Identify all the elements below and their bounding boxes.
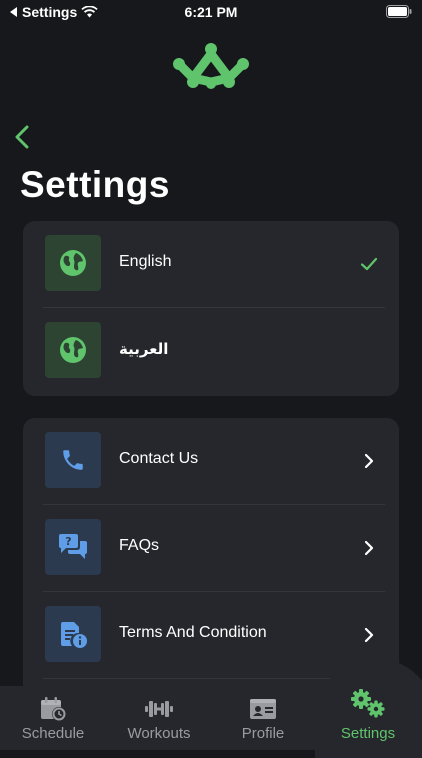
- tab-label-workouts: Workouts: [127, 725, 191, 742]
- id-card-icon: [250, 699, 276, 719]
- page-title: Settings: [20, 164, 170, 205]
- tab-settings[interactable]: Settings: [315, 686, 421, 750]
- tab-label-schedule: Schedule: [21, 725, 85, 742]
- chevron-right-icon: [364, 453, 374, 469]
- faqs-icon-box: ?: [45, 519, 101, 575]
- chevron-left-icon[interactable]: [12, 124, 36, 150]
- language-option-arabic[interactable]: العربية: [23, 308, 399, 395]
- tab-label-profile: Profile: [241, 725, 285, 742]
- battery-icon: [386, 5, 412, 18]
- svg-text:?: ?: [65, 535, 71, 548]
- tab-schedule[interactable]: Schedule: [0, 686, 106, 750]
- terms-label: Terms And Condition: [119, 624, 267, 641]
- faqs-row[interactable]: ? FAQs: [23, 505, 399, 592]
- contact-us-label: Contact Us: [119, 450, 199, 467]
- contact-icon-box: [45, 432, 101, 488]
- app-logo: [173, 43, 249, 89]
- globe-icon: [60, 250, 86, 276]
- language-card: English العربية: [23, 221, 399, 396]
- dumbbell-icon: [145, 701, 173, 717]
- checkmark-icon: [360, 257, 378, 271]
- language-option-english[interactable]: English: [23, 221, 399, 308]
- chat-question-icon: ?: [59, 534, 87, 559]
- tab-label-settings: Settings: [340, 725, 396, 742]
- language-icon-box: [45, 322, 101, 378]
- gears-icon: [351, 689, 385, 718]
- faqs-label: FAQs: [119, 537, 160, 554]
- globe-icon: [60, 337, 86, 363]
- phone-icon: [63, 450, 83, 470]
- tab-workouts[interactable]: Workouts: [106, 686, 212, 750]
- document-info-icon: [61, 622, 87, 648]
- contact-us-row[interactable]: Contact Us: [23, 418, 399, 505]
- calendar-clock-icon: [41, 697, 66, 721]
- chevron-right-icon: [364, 540, 374, 556]
- language-label-english: English: [119, 253, 172, 270]
- language-icon-box: [45, 235, 101, 291]
- chevron-right-icon: [364, 627, 374, 643]
- links-card: Contact Us ? FAQs Terms And Condition: [23, 418, 399, 698]
- tab-profile[interactable]: Profile: [210, 686, 316, 750]
- status-time: 6:21 PM: [184, 4, 238, 20]
- terms-icon-box: [45, 606, 101, 662]
- language-label-arabic: العربية: [119, 340, 169, 358]
- status-bar: Settings 6:21 PM: [0, 0, 422, 24]
